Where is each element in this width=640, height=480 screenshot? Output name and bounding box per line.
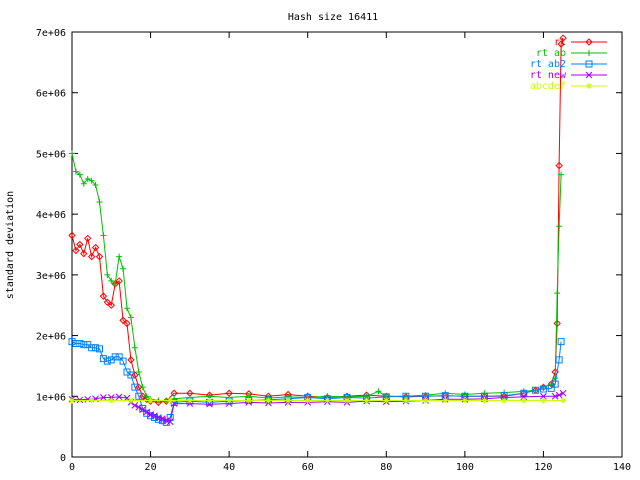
series-3: [68, 389, 567, 426]
x-tick-label: 0: [69, 462, 75, 473]
legend-label: rt ab2: [530, 59, 566, 70]
legend-item: rt ab2: [530, 59, 607, 70]
legend-marker: [586, 50, 592, 56]
data-point: [383, 397, 390, 404]
series-line: [71, 153, 562, 402]
data-point: [96, 199, 103, 205]
data-point: [69, 397, 75, 404]
series-0: [68, 34, 567, 407]
series-1: [69, 150, 565, 405]
series-layer: [68, 34, 567, 426]
y-tick-label: 3e+06: [36, 271, 66, 282]
y-tick-label: 2e+06: [36, 332, 66, 343]
data-point: [375, 388, 382, 395]
x-tick-label: 140: [613, 462, 631, 473]
legend-item: rt ab: [536, 48, 607, 59]
data-point: [100, 232, 107, 239]
x-tick-label: 120: [534, 462, 552, 473]
series-line: [71, 37, 564, 403]
data-point: [108, 397, 115, 404]
x-tick-label: 100: [456, 462, 474, 473]
line-chart: Hash size 16411 standard deviation 0 1e+0…: [5, 12, 631, 473]
data-point: [560, 397, 567, 404]
x-axis-ticks: 0 20 40 60 80 100 120 140: [69, 32, 631, 473]
data-point: [461, 397, 468, 404]
data-point: [556, 223, 563, 230]
chart-title: Hash size 16411: [288, 12, 378, 23]
series-2: [68, 338, 565, 426]
x-tick-label: 40: [223, 462, 235, 473]
data-point: [131, 344, 138, 351]
legend-marker: [586, 83, 592, 89]
x-tick-label: 80: [380, 462, 392, 473]
legend-item: rt: [554, 37, 607, 48]
y-axis-label: standard deviation: [5, 191, 16, 299]
legend-label: rt: [554, 37, 566, 48]
legend-label: rt new: [530, 70, 567, 81]
data-point: [69, 150, 75, 157]
data-point: [554, 290, 561, 297]
data-point: [104, 271, 111, 278]
data-point: [139, 384, 146, 391]
y-tick-label: 7e+06: [36, 28, 66, 39]
y-tick-label: 0: [60, 453, 66, 464]
data-point: [127, 397, 134, 404]
data-point: [127, 314, 134, 321]
data-point: [124, 305, 130, 312]
legend-item: abcdef: [530, 81, 607, 92]
y-tick-label: 6e+06: [36, 89, 66, 100]
data-point: [116, 253, 123, 260]
y-tick-label: 5e+06: [36, 149, 66, 160]
x-tick-label: 20: [145, 462, 157, 473]
y-tick-label: 4e+06: [36, 210, 66, 221]
data-point: [552, 375, 559, 382]
y-tick-label: 1e+06: [36, 392, 66, 403]
legend: rtrt abrt ab2rt newabcdef: [530, 37, 607, 92]
legend-item: rt new: [530, 70, 607, 81]
x-tick-label: 60: [302, 462, 314, 473]
legend-label: rt ab: [536, 48, 566, 59]
data-point: [120, 265, 127, 272]
legend-label: abcdef: [530, 81, 566, 92]
